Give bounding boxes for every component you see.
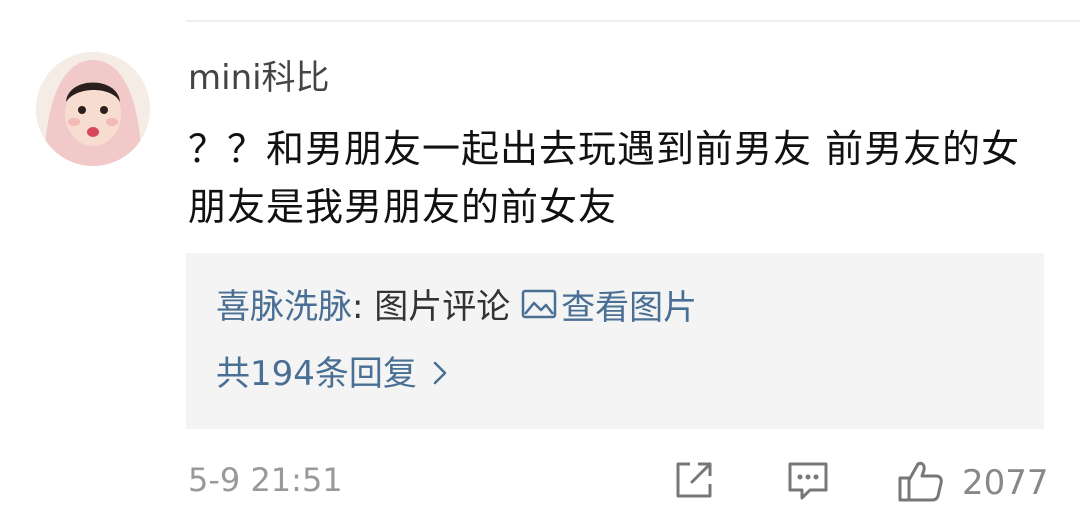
comment-button[interactable] <box>784 456 832 508</box>
view-image-link[interactable]: 查看图片 <box>521 283 697 332</box>
image-icon <box>521 283 557 332</box>
reply-separator: : <box>352 287 375 327</box>
like-button[interactable]: 2077 <box>896 456 1049 510</box>
reply-text: 图片评论 <box>374 287 511 327</box>
reply-preview-line: 喜脉洗脉: 图片评论 查看图片 <box>216 283 697 332</box>
comment-text: ？？和男朋友一起出去玩遇到前男友 前男友的女朋友是我男朋友的前女友 <box>188 127 1021 229</box>
like-count: 2077 <box>962 463 1049 503</box>
reply-count-link[interactable]: 共194条回复 <box>216 350 447 398</box>
top-divider <box>186 20 1080 22</box>
view-image-label: 查看图片 <box>561 287 698 328</box>
share-icon <box>670 462 718 508</box>
chevron-right-icon <box>433 350 447 398</box>
reply-username[interactable]: 喜脉洗脉 <box>216 287 352 327</box>
thumbs-up-icon <box>896 456 946 510</box>
avatar[interactable] <box>36 52 150 166</box>
comment-timestamp: 5-9 21:51 <box>188 461 343 499</box>
comment-username[interactable]: mini科比 <box>188 56 330 100</box>
comment-icon <box>784 462 832 508</box>
share-button[interactable] <box>670 456 718 508</box>
reply-count-label: 共194条回复 <box>216 354 417 394</box>
reply-preview-box[interactable]: 喜脉洗脉: 图片评论 查看图片 共194条回复 <box>186 253 1044 429</box>
